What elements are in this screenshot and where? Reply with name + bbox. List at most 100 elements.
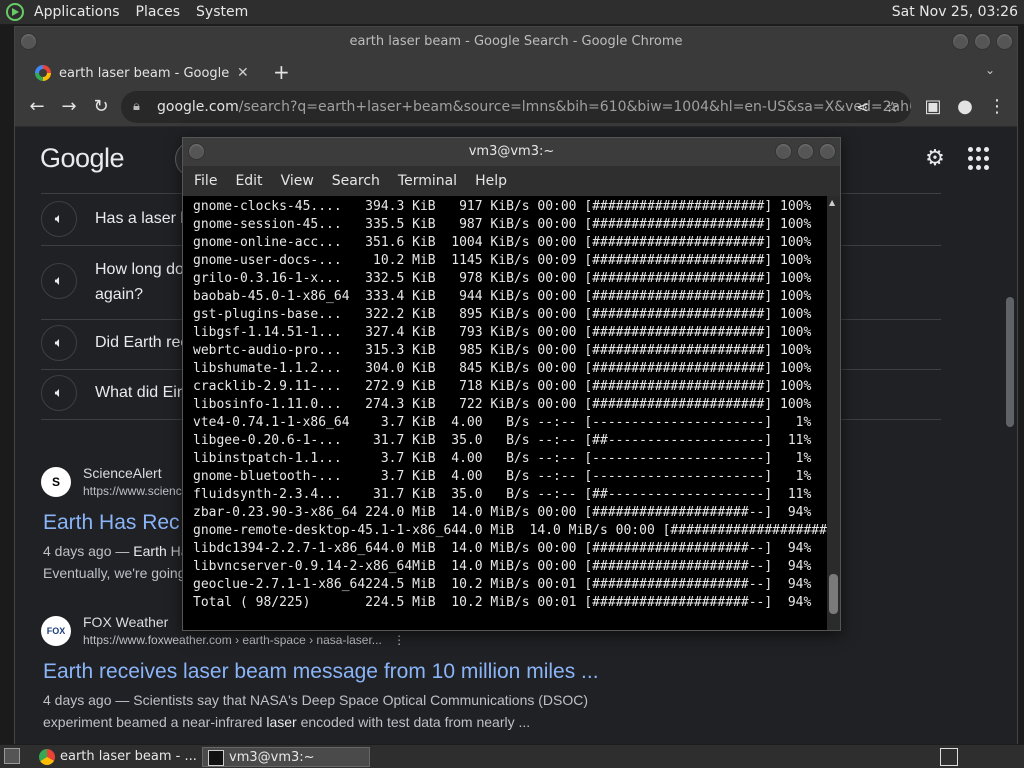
more-options-icon: ⋮	[393, 633, 406, 647]
applications-logo-icon[interactable]	[6, 3, 24, 21]
terminal-line: gnome-remote-desktop-45.1-1-x86_644.0 Mi…	[193, 523, 827, 538]
terminal-line: libinstpatch-1.1... 3.7 KiB 4.00 B/s --:…	[193, 451, 812, 466]
terminal-line: Total ( 98/225) 224.5 MiB 10.2 MiB/s 00:…	[193, 595, 812, 610]
chrome-icon	[39, 749, 55, 765]
workspace-switcher[interactable]	[940, 748, 958, 766]
terminal-line: geoclue-2.7.1-1-x86_64224.5 MiB 10.2 MiB…	[193, 577, 812, 592]
terminal-icon	[208, 750, 224, 766]
terminal-titlebar[interactable]: vm3@vm3:~	[183, 138, 840, 166]
taskbar-item-label: vm3@vm3:~	[229, 750, 315, 765]
forward-arrow-icon[interactable]: →	[57, 95, 81, 119]
chrome-window-title: earth laser beam - Google Search - Googl…	[349, 34, 683, 49]
system-menu[interactable]: System	[188, 0, 256, 25]
terminal-line: vte4-0.74.1-1-x86_64 3.7 KiB 4.00 B/s --…	[193, 415, 812, 430]
new-tab-button[interactable]: +	[273, 59, 290, 85]
speaker-icon[interactable]: 🔈︎	[41, 325, 77, 361]
terminal-line: libosinfo-1.11.0... 274.3 KiB 722 KiB/s …	[193, 397, 812, 412]
terminal-menubar: File Edit View Search Terminal Help	[183, 166, 840, 196]
result-source[interactable]: FOX Weather	[83, 614, 168, 630]
terminal-line: gnome-user-docs-... 10.2 MiB 1145 KiB/s …	[193, 253, 812, 268]
menu-help[interactable]: Help	[466, 173, 516, 189]
applications-menu[interactable]: Applications	[26, 0, 128, 25]
share-icon[interactable]: ⋖	[856, 91, 869, 123]
side-panel-icon[interactable]: ▣	[921, 95, 945, 119]
google-favicon-icon	[35, 65, 51, 81]
window-menu-button[interactable]	[20, 33, 37, 50]
google-apps-grid-icon[interactable]	[968, 147, 992, 171]
fox-weather-favicon-icon: FOX	[41, 616, 71, 646]
scrollbar-thumb[interactable]	[829, 574, 838, 614]
result-source[interactable]: ScienceAlert	[83, 465, 162, 481]
browser-tab[interactable]: earth laser beam - Google Search ✕	[25, 59, 263, 87]
bookmark-star-icon[interactable]: ☆	[886, 91, 899, 123]
menu-edit[interactable]: Edit	[226, 173, 271, 189]
minimize-button[interactable]	[952, 33, 969, 50]
tab-search-chevron-icon[interactable]: ⌄	[985, 63, 995, 77]
menu-file[interactable]: File	[185, 173, 226, 189]
terminal-output[interactable]: gnome-clocks-45.... 394.3 KiB 917 KiB/s …	[183, 196, 827, 630]
chrome-titlebar[interactable]: earth laser beam - Google Search - Googl…	[15, 27, 1017, 57]
reload-icon[interactable]: ↻	[89, 95, 113, 119]
panel-clock[interactable]: Sat Nov 25, 03:26	[892, 0, 1018, 25]
page-scrollbar[interactable]	[1003, 127, 1017, 745]
result-snippet-line2: Eventually, we're going	[43, 565, 186, 581]
close-window-button[interactable]	[996, 33, 1013, 50]
terminal-line: libgee-0.20.6-1-... 31.7 KiB 35.0 B/s --…	[193, 433, 812, 448]
result-snippet: 4 days ago — Earth Ha	[43, 543, 189, 559]
terminal-line: libshumate-1.1.2... 304.0 KiB 845 KiB/s …	[193, 361, 812, 376]
tab-close-icon[interactable]: ✕	[237, 65, 249, 81]
result-title-link[interactable]: Earth Has Rec	[43, 511, 180, 535]
terminal-window: vm3@vm3:~ File Edit View Search Terminal…	[182, 137, 841, 631]
terminal-line: zbar-0.23.90-3-x86_64 224.0 MiB 14.0 MiB…	[193, 505, 812, 520]
result-url[interactable]: https://www.scienc	[83, 484, 182, 498]
url-path: /search?q=earth+laser+beam&source=lmns&b…	[238, 99, 911, 115]
terminal-line: gnome-clocks-45.... 394.3 KiB 917 KiB/s …	[193, 199, 812, 214]
menu-view[interactable]: View	[272, 173, 323, 189]
desktop: Applications Places System Sat Nov 25, 0…	[0, 0, 1024, 768]
taskbar-item-label: earth laser beam - ...	[60, 749, 196, 764]
menu-terminal[interactable]: Terminal	[389, 173, 466, 189]
back-arrow-icon[interactable]: ←	[25, 95, 49, 119]
search-result: FOX FOX Weather https://www.foxweather.c…	[41, 614, 941, 736]
maximize-button[interactable]	[797, 143, 814, 160]
menu-search[interactable]: Search	[323, 173, 389, 189]
terminal-title: vm3@vm3:~	[468, 144, 555, 159]
address-bar[interactable]: 🔒︎ google.com/search?q=earth+laser+beam&…	[121, 91, 911, 123]
speaker-icon[interactable]: 🔈︎	[41, 201, 77, 237]
lock-icon[interactable]: 🔒︎	[133, 91, 140, 123]
chrome-menu-icon[interactable]: ⋮	[985, 95, 1009, 119]
taskbar-item-terminal[interactable]: vm3@vm3:~	[202, 747, 370, 767]
scrollbar-thumb[interactable]	[1006, 297, 1014, 427]
minimize-button[interactable]	[775, 143, 792, 160]
terminal-scrollbar[interactable]: ▲	[827, 196, 840, 630]
maximize-button[interactable]	[974, 33, 991, 50]
places-menu[interactable]: Places	[128, 0, 189, 25]
terminal-line: cracklib-2.9.11-... 272.9 KiB 718 KiB/s …	[193, 379, 812, 394]
google-logo[interactable]: Google	[40, 143, 125, 174]
terminal-line: gnome-session-45... 335.5 KiB 987 KiB/s …	[193, 217, 812, 232]
tab-strip: earth laser beam - Google Search ✕ + ⌄	[15, 57, 1017, 87]
top-panel: Applications Places System Sat Nov 25, 0…	[0, 0, 1024, 25]
result-url[interactable]: https://www.foxweather.com › earth-space…	[83, 633, 405, 647]
url-host: google.com	[157, 99, 239, 115]
result-snippet: 4 days ago — Scientists say that NASA's …	[43, 692, 589, 708]
window-menu-button[interactable]	[188, 143, 205, 160]
terminal-line: fluidsynth-2.3.4... 31.7 KiB 35.0 B/s --…	[193, 487, 812, 502]
terminal-line: grilo-0.3.16-1-x... 332.5 KiB 978 KiB/s …	[193, 271, 812, 286]
taskbar-item-chrome[interactable]: earth laser beam - ...	[34, 747, 196, 767]
show-desktop-icon[interactable]	[4, 748, 20, 764]
speaker-icon[interactable]: 🔈︎	[41, 263, 77, 299]
close-window-button[interactable]	[819, 143, 836, 160]
browser-toolbar: ← → ↻ 🔒︎ google.com/search?q=earth+laser…	[15, 87, 1017, 127]
settings-gear-icon[interactable]: ⚙	[921, 145, 949, 173]
terminal-line: gst-plugins-base... 322.2 KiB 895 KiB/s …	[193, 307, 812, 322]
terminal-line: webrtc-audio-pro... 315.3 KiB 985 KiB/s …	[193, 343, 812, 358]
profile-avatar-icon[interactable]: ●	[953, 95, 977, 119]
scroll-up-arrow-icon[interactable]: ▲	[829, 198, 835, 207]
speaker-icon[interactable]: 🔈︎	[41, 375, 77, 411]
result-title-link[interactable]: Earth receives laser beam message from 1…	[43, 660, 599, 684]
terminal-line: libvncserver-0.9.14-2-x86_64MiB 14.0 MiB…	[193, 559, 812, 574]
terminal-line: gnome-bluetooth-... 3.7 KiB 4.00 B/s --:…	[193, 469, 812, 484]
terminal-line: libgsf-1.14.51-1... 327.4 KiB 793 KiB/s …	[193, 325, 812, 340]
sciencealert-favicon-icon: S	[41, 467, 71, 497]
